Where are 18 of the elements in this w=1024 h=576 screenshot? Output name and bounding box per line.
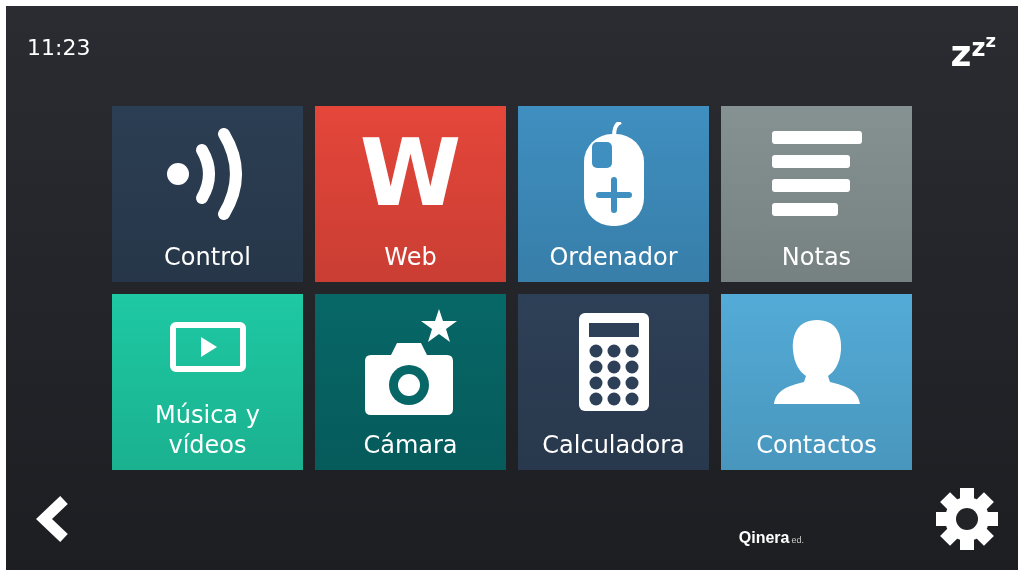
settings-button[interactable] — [936, 487, 998, 553]
web-logo: W — [359, 128, 462, 220]
brand-suffix: ed. — [791, 535, 804, 545]
video-icon — [168, 321, 247, 373]
mouse-icon — [582, 122, 645, 226]
calculator-icon — [578, 313, 649, 411]
app-tile[interactable]: Control — [112, 106, 303, 282]
app-tile[interactable]: W Web — [315, 106, 506, 282]
notes-icon — [771, 131, 862, 217]
app-tile[interactable]: Notas — [721, 106, 912, 282]
app-tile[interactable]: Ordenador — [518, 106, 709, 282]
app-tile[interactable]: Música y vídeos — [112, 294, 303, 470]
app-tile[interactable]: Calculadora — [518, 294, 709, 470]
clock-time: 11:23 — [27, 34, 91, 62]
brand-logo: Qinera — [738, 529, 790, 547]
person-icon — [773, 320, 860, 404]
app-tile[interactable]: Cámara — [315, 294, 506, 470]
app-tile[interactable]: Contactos — [721, 294, 912, 470]
